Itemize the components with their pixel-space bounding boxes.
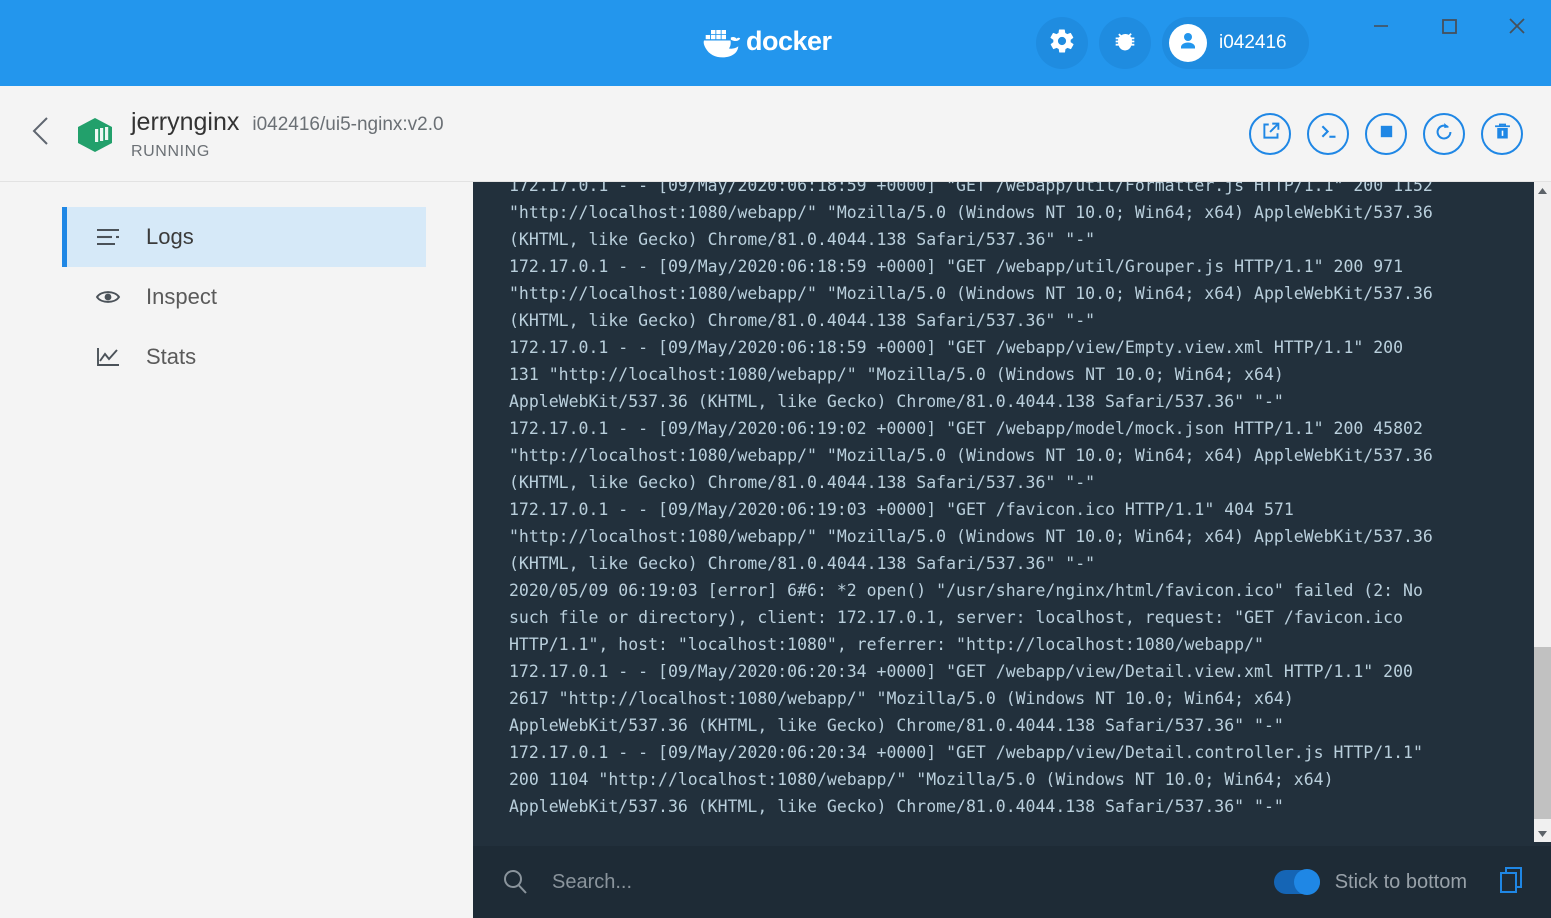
log-line: 172.17.0.1 - - [09/May/2020:06:20:34 +00… — [509, 662, 1413, 681]
container-image: i042416/ui5-nginx:v2.0 — [252, 114, 444, 135]
log-line: 172.17.0.1 - - [09/May/2020:06:18:59 +00… — [509, 257, 1404, 276]
external-link-icon — [1260, 121, 1281, 147]
avatar — [1169, 24, 1207, 62]
copy-icon — [1497, 864, 1527, 901]
chevron-left-icon — [28, 117, 56, 152]
docker-logo: docker — [700, 24, 832, 58]
sidebar-item-logs[interactable]: Logs — [62, 207, 426, 267]
container-name: jerrynginx — [131, 108, 240, 136]
log-line: "http://localhost:1080/webapp/" "Mozilla… — [509, 446, 1433, 465]
log-line: 172.17.0.1 - - [09/May/2020:06:19:03 +00… — [509, 500, 1294, 519]
minimize-button[interactable] — [1347, 0, 1415, 56]
scroll-up-arrow-icon — [1537, 182, 1548, 200]
container-action-buttons — [1249, 113, 1523, 155]
stop-button[interactable] — [1365, 113, 1407, 155]
log-line: "http://localhost:1080/webapp/" "Mozilla… — [509, 203, 1433, 222]
scrollbar-down-button[interactable] — [1534, 825, 1551, 842]
gear-icon — [1048, 27, 1076, 60]
search-icon — [500, 867, 530, 897]
sidebar-item-label: Stats — [146, 344, 197, 369]
log-line: 2020/05/09 06:19:03 [error] 6#6: *2 open… — [509, 581, 1423, 600]
settings-button[interactable] — [1036, 17, 1088, 69]
container-cube-icon — [74, 115, 116, 155]
logs-lines-icon — [95, 226, 129, 248]
maximize-icon — [1438, 15, 1460, 42]
log-line: HTTP/1.1", host: "localhost:1080", refer… — [509, 635, 1264, 654]
log-line: (KHTML, like Gecko) Chrome/81.0.4044.138… — [509, 311, 1096, 330]
log-line: 172.17.0.1 - - [09/May/2020:06:20:34 +00… — [509, 743, 1423, 762]
log-line: 131 "http://localhost:1080/webapp/" "Moz… — [509, 365, 1284, 384]
log-line: 2617 "http://localhost:1080/webapp/" "Mo… — [509, 689, 1294, 708]
search-input[interactable] — [552, 870, 1252, 894]
copy-logs-button[interactable] — [1497, 864, 1527, 901]
log-line: (KHTML, like Gecko) Chrome/81.0.4044.138… — [509, 473, 1096, 492]
minimize-icon — [1370, 15, 1392, 42]
username-label: i042416 — [1219, 32, 1287, 53]
container-title-block: jerrynginx i042416/ui5-nginx:v2.0 RUNNIN… — [131, 108, 444, 161]
log-line: "http://localhost:1080/webapp/" "Mozilla… — [509, 284, 1433, 303]
log-line: (KHTML, like Gecko) Chrome/81.0.4044.138… — [509, 230, 1096, 249]
trash-icon — [1492, 121, 1513, 147]
eye-icon — [95, 286, 129, 308]
container-status: RUNNING — [131, 143, 210, 160]
delete-button[interactable] — [1481, 113, 1523, 155]
scroll-down-arrow-icon — [1537, 825, 1548, 843]
docker-whale-logo-icon — [700, 24, 742, 58]
sidebar-item-label: Inspect — [146, 284, 217, 309]
log-line: AppleWebKit/537.36 (KHTML, like Gecko) C… — [509, 797, 1284, 816]
log-line: AppleWebKit/537.36 (KHTML, like Gecko) C… — [509, 716, 1284, 735]
restart-button[interactable] — [1423, 113, 1465, 155]
stick-to-bottom-toggle[interactable] — [1273, 869, 1320, 895]
open-in-browser-button[interactable] — [1249, 113, 1291, 155]
log-line: such file or directory), client: 172.17.… — [509, 608, 1404, 627]
log-panel: 172.17.0.1 - - [09/May/2020:06:18:59 +00… — [473, 182, 1551, 918]
toggle-knob — [1293, 869, 1320, 895]
terminal-icon — [1318, 121, 1339, 147]
back-button[interactable] — [28, 114, 56, 148]
sidebar-item-inspect[interactable]: Inspect — [67, 267, 426, 327]
close-icon — [1504, 13, 1530, 44]
log-search-bar: Stick to bottom — [473, 846, 1551, 918]
cli-button[interactable] — [1307, 113, 1349, 155]
log-output[interactable]: 172.17.0.1 - - [09/May/2020:06:18:59 +00… — [473, 182, 1534, 842]
log-line: 172.17.0.1 - - [09/May/2020:06:18:59 +00… — [509, 182, 1433, 195]
stick-to-bottom-label: Stick to bottom — [1334, 870, 1467, 893]
sidebar-item-label: Logs — [146, 224, 194, 249]
person-icon — [1176, 29, 1200, 58]
restart-icon — [1433, 121, 1455, 148]
log-line: 200 1104 "http://localhost:1080/webapp/"… — [509, 770, 1334, 789]
close-button[interactable] — [1483, 0, 1551, 56]
sidebar: Logs Inspect Stats — [0, 182, 473, 918]
log-line: (KHTML, like Gecko) Chrome/81.0.4044.138… — [509, 554, 1096, 573]
log-scrollbar[interactable] — [1534, 182, 1551, 842]
sidebar-item-stats[interactable]: Stats — [67, 327, 426, 387]
stop-square-icon — [1376, 121, 1397, 147]
chart-line-icon — [95, 346, 129, 368]
scrollbar-up-button[interactable] — [1534, 182, 1551, 199]
troubleshoot-button[interactable] — [1099, 17, 1151, 69]
header-button-group: i042416 — [1036, 17, 1309, 69]
app-title-bar: docker i042416 — [0, 0, 1551, 86]
stick-to-bottom-control: Stick to bottom — [1273, 869, 1467, 895]
maximize-button[interactable] — [1415, 0, 1483, 56]
main-content: Logs Inspect Stats 172.17.0.1 - - [09/Ma… — [0, 182, 1551, 918]
scrollbar-thumb[interactable] — [1534, 647, 1551, 819]
window-controls — [1347, 0, 1551, 56]
bug-icon — [1111, 27, 1139, 60]
log-line: 172.17.0.1 - - [09/May/2020:06:18:59 +00… — [509, 338, 1404, 357]
log-line: 172.17.0.1 - - [09/May/2020:06:19:02 +00… — [509, 419, 1423, 438]
user-account-button[interactable]: i042416 — [1162, 17, 1309, 69]
docker-brand-text: docker — [746, 25, 832, 56]
log-line: AppleWebKit/537.36 (KHTML, like Gecko) C… — [509, 392, 1284, 411]
log-line: "http://localhost:1080/webapp/" "Mozilla… — [509, 527, 1433, 546]
